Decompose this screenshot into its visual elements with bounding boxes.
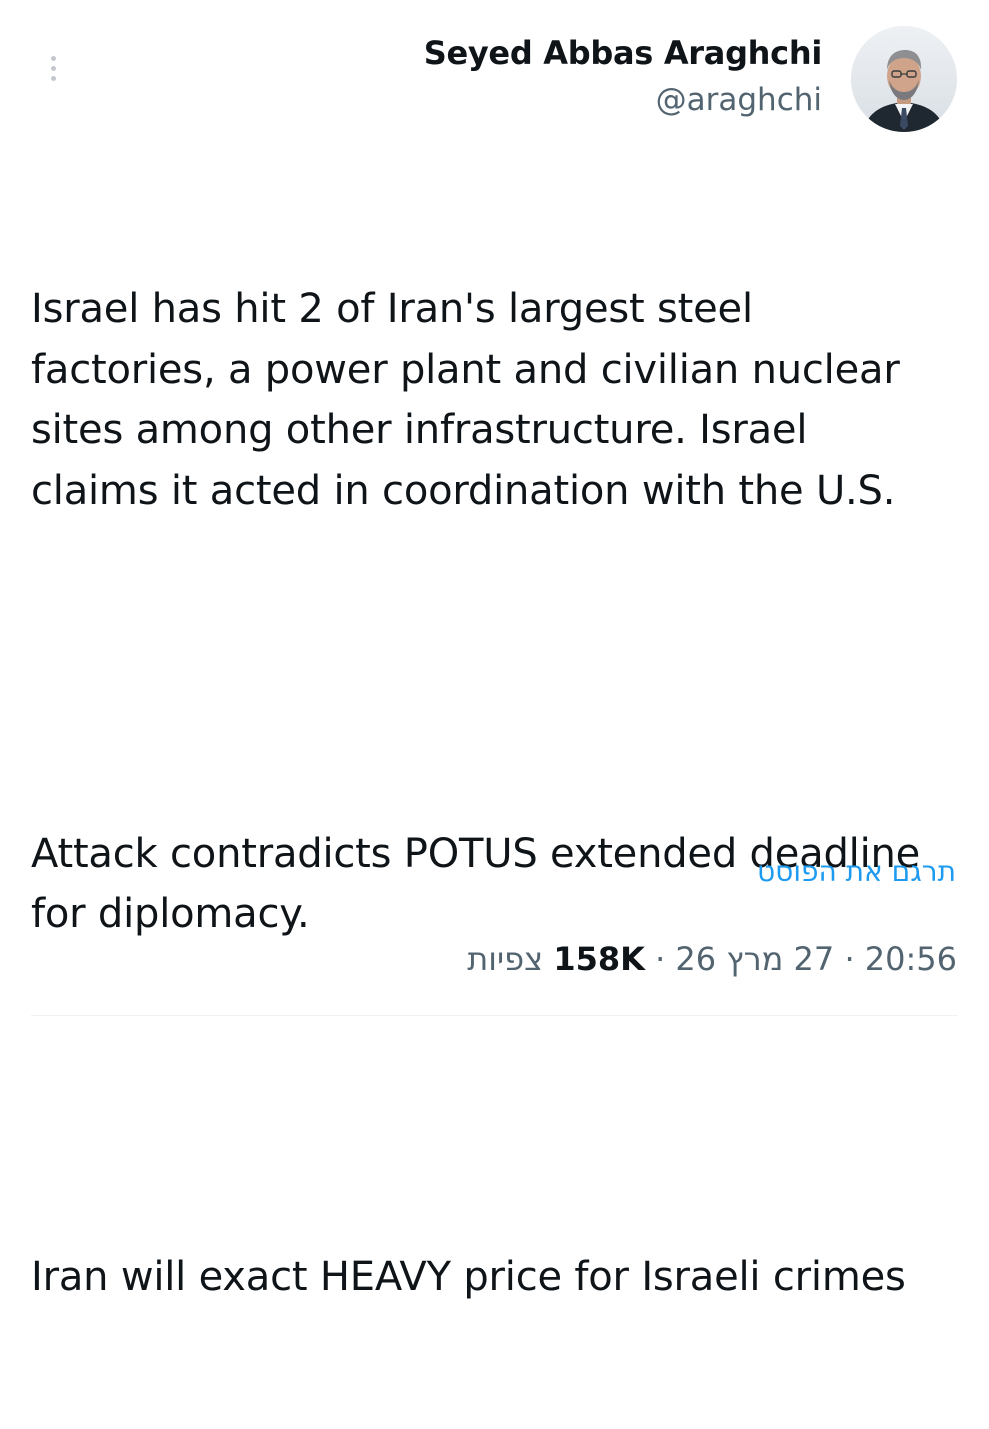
views-count[interactable]: 158K <box>553 940 645 978</box>
post-paragraph-3: Iran will exact HEAVY price for Israeli … <box>31 1254 906 1300</box>
avatar-photo-icon <box>851 26 957 132</box>
more-dot-icon <box>50 75 56 81</box>
more-options-button[interactable] <box>36 44 70 92</box>
views-label: צפיות <box>467 940 544 978</box>
avatar[interactable] <box>851 26 957 132</box>
author-display-name[interactable]: Seyed Abbas Araghchi <box>424 30 823 76</box>
more-dot-icon <box>50 65 56 71</box>
author-info[interactable]: Seyed Abbas Araghchi @araghchi <box>424 30 823 122</box>
post-time[interactable]: 20:56 <box>865 940 957 978</box>
meta-separator: · <box>655 940 666 978</box>
post-detail: Seyed Abbas Araghchi @araghchi Israel ha… <box>0 0 989 1300</box>
divider <box>31 1015 958 1016</box>
author-handle[interactable]: @araghchi <box>424 78 822 122</box>
more-dot-icon <box>50 55 56 61</box>
meta-separator: · <box>844 940 855 978</box>
post-meta: 20:56 · 27 מרץ 26 · 158K צפיות <box>467 936 957 982</box>
post-text: Israel has hit 2 of Iran's largest steel… <box>31 158 931 1429</box>
post-paragraph-1: Israel has hit 2 of Iran's largest steel… <box>31 286 913 514</box>
post-date[interactable]: 27 מרץ 26 <box>675 940 834 978</box>
translate-post-link[interactable]: תרגם את הפוסט <box>757 852 956 892</box>
